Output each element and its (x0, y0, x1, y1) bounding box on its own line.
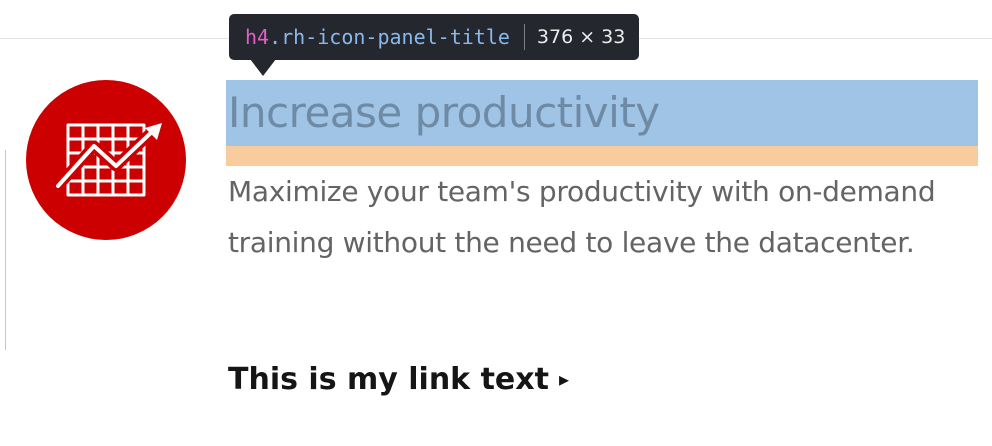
panel-link[interactable]: This is my link text ▸ (228, 356, 569, 403)
tooltip-arrow (250, 59, 276, 76)
panel-link-label: This is my link text (228, 362, 549, 397)
left-border (5, 150, 6, 350)
panel-title: Increase productivity (228, 88, 660, 137)
tooltip-separator (523, 24, 525, 50)
inspector-tooltip: h4 .rh-icon-panel-title 376 × 33 (229, 14, 640, 60)
panel-description: Maximize your team's productivity with o… (228, 175, 936, 259)
tooltip-class: .rh-icon-panel-title (269, 25, 510, 49)
productivity-chart-icon (26, 80, 186, 240)
tooltip-dimensions: 376 × 33 (536, 26, 626, 48)
highlight-margin-box (226, 146, 978, 166)
caret-right-icon: ▸ (558, 367, 569, 391)
tooltip-tag: h4 (245, 25, 270, 49)
